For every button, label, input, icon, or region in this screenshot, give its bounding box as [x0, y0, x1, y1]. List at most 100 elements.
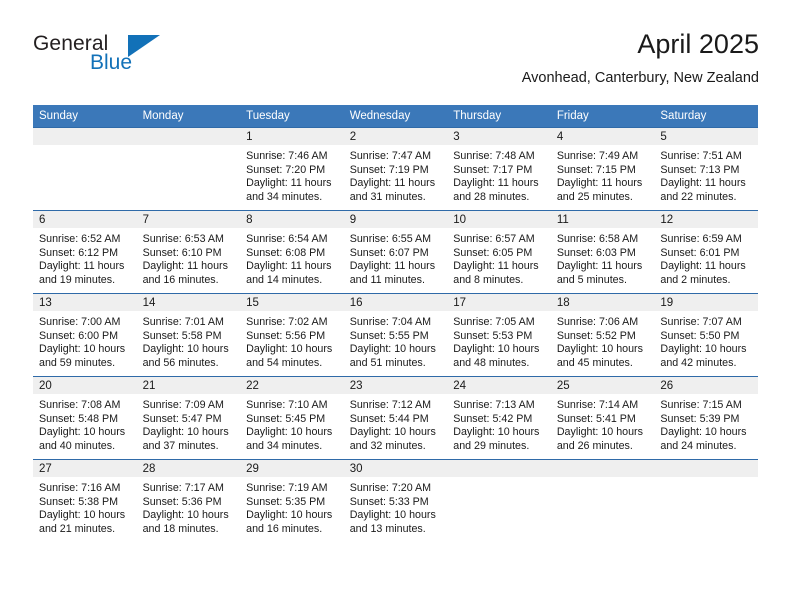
daylight-text-line2: and 18 minutes.	[142, 522, 219, 535]
blue-triangle-icon	[128, 35, 160, 57]
day-cell[interactable]: 7 Sunrise: 6:53 AM Sunset: 6:10 PM Dayli…	[136, 210, 241, 294]
day-cell[interactable]: 21 Sunrise: 7:09 AM Sunset: 5:47 PM Dayl…	[136, 376, 241, 460]
day-cell[interactable]: 26 Sunrise: 7:15 AM Sunset: 5:39 PM Dayl…	[654, 376, 758, 460]
day-cell[interactable]: 29 Sunrise: 7:19 AM Sunset: 5:35 PM Dayl…	[240, 459, 344, 542]
day-details: Sunrise: 7:49 AM Sunset: 7:15 PM Dayligh…	[551, 145, 655, 204]
day-cell[interactable]: 19 Sunrise: 7:07 AM Sunset: 5:50 PM Dayl…	[654, 293, 758, 377]
sunset-text: Sunset: 6:05 PM	[453, 246, 533, 259]
sunrise-text: Sunrise: 7:20 AM	[349, 482, 432, 494]
day-number	[654, 460, 758, 477]
daylight-text-line2: and 2 minutes.	[660, 273, 731, 286]
sunset-text: Sunset: 5:50 PM	[660, 329, 740, 342]
day-number: 24	[447, 377, 551, 394]
day-cell[interactable]: 12 Sunrise: 6:59 AM Sunset: 6:01 PM Dayl…	[654, 210, 758, 294]
day-cell[interactable]: 10 Sunrise: 6:57 AM Sunset: 6:05 PM Dayl…	[447, 210, 551, 294]
daylight-text-line2: and 16 minutes.	[246, 522, 323, 535]
sunrise-text: Sunrise: 7:16 AM	[39, 482, 121, 494]
day-cell[interactable]: 13 Sunrise: 7:00 AM Sunset: 6:00 PM Dayl…	[33, 293, 137, 377]
day-cell[interactable]: 2 Sunrise: 7:47 AM Sunset: 7:19 PM Dayli…	[343, 127, 448, 211]
day-cell[interactable]: 18 Sunrise: 7:06 AM Sunset: 5:52 PM Dayl…	[550, 293, 655, 377]
day-details: Sunrise: 6:55 AM Sunset: 6:07 PM Dayligh…	[344, 228, 448, 287]
day-cell[interactable]: 5 Sunrise: 7:51 AM Sunset: 7:13 PM Dayli…	[654, 127, 758, 211]
sunset-text: Sunset: 5:45 PM	[246, 412, 326, 425]
day-cell-empty	[33, 127, 137, 211]
day-cell[interactable]: 1 Sunrise: 7:46 AM Sunset: 7:20 PM Dayli…	[240, 127, 344, 211]
sunset-text: Sunset: 5:42 PM	[453, 412, 533, 425]
day-details: Sunrise: 7:20 AM Sunset: 5:33 PM Dayligh…	[344, 477, 448, 536]
weekday-header-tuesday: Tuesday	[240, 105, 344, 128]
daylight-text-line2: and 28 minutes.	[453, 190, 530, 203]
day-cell[interactable]: 24 Sunrise: 7:13 AM Sunset: 5:42 PM Dayl…	[447, 376, 551, 460]
day-cell[interactable]: 23 Sunrise: 7:12 AM Sunset: 5:44 PM Dayl…	[343, 376, 448, 460]
day-cell[interactable]: 20 Sunrise: 7:08 AM Sunset: 5:48 PM Dayl…	[33, 376, 137, 460]
daylight-text-line2: and 16 minutes.	[142, 273, 219, 286]
day-number: 20	[33, 377, 137, 394]
day-cell[interactable]: 3 Sunrise: 7:48 AM Sunset: 7:17 PM Dayli…	[447, 127, 551, 211]
daylight-text-line2: and 54 minutes.	[246, 356, 323, 369]
day-number: 15	[240, 294, 344, 311]
day-cell[interactable]: 11 Sunrise: 6:58 AM Sunset: 6:03 PM Dayl…	[550, 210, 655, 294]
sunrise-text: Sunrise: 7:09 AM	[142, 399, 224, 411]
sunrise-text: Sunrise: 7:00 AM	[39, 316, 121, 328]
day-details: Sunrise: 6:57 AM Sunset: 6:05 PM Dayligh…	[447, 228, 551, 287]
day-cell[interactable]: 8 Sunrise: 6:54 AM Sunset: 6:08 PM Dayli…	[240, 210, 344, 294]
day-number: 3	[447, 128, 551, 145]
daylight-text-line1: Daylight: 11 hours	[142, 260, 228, 273]
day-cell[interactable]: 30 Sunrise: 7:20 AM Sunset: 5:33 PM Dayl…	[343, 459, 448, 542]
day-cell[interactable]: 28 Sunrise: 7:17 AM Sunset: 5:36 PM Dayl…	[136, 459, 241, 542]
day-cell[interactable]: 14 Sunrise: 7:01 AM Sunset: 5:58 PM Dayl…	[136, 293, 241, 377]
day-number: 4	[550, 128, 655, 145]
sunrise-text: Sunrise: 7:13 AM	[453, 399, 535, 411]
daylight-text-line1: Daylight: 10 hours	[660, 343, 747, 356]
daylight-text-line1: Daylight: 11 hours	[556, 177, 643, 190]
day-cell[interactable]: 15 Sunrise: 7:02 AM Sunset: 5:56 PM Dayl…	[240, 293, 344, 377]
day-cell[interactable]: 22 Sunrise: 7:10 AM Sunset: 5:45 PM Dayl…	[240, 376, 344, 460]
daylight-text-line2: and 11 minutes.	[349, 273, 425, 286]
sunset-text: Sunset: 5:41 PM	[556, 412, 636, 425]
day-cell[interactable]: 6 Sunrise: 6:52 AM Sunset: 6:12 PM Dayli…	[33, 210, 137, 294]
weekday-header-friday: Friday	[550, 105, 655, 128]
daylight-text-line1: Daylight: 10 hours	[453, 426, 540, 439]
day-number: 26	[654, 377, 758, 394]
calendar-week-row: 20 Sunrise: 7:08 AM Sunset: 5:48 PM Dayl…	[33, 376, 758, 460]
day-number: 21	[136, 377, 241, 394]
day-cell[interactable]: 4 Sunrise: 7:49 AM Sunset: 7:15 PM Dayli…	[550, 127, 655, 211]
day-number: 12	[654, 211, 758, 228]
day-number: 30	[343, 460, 448, 477]
daylight-text-line1: Daylight: 11 hours	[660, 260, 746, 273]
page-title: April 2025	[637, 29, 759, 59]
sunrise-text: Sunrise: 7:47 AM	[349, 150, 432, 162]
sunrise-text: Sunrise: 7:10 AM	[246, 399, 328, 411]
sunrise-text: Sunrise: 6:59 AM	[660, 233, 742, 245]
day-cell[interactable]: 16 Sunrise: 7:04 AM Sunset: 5:55 PM Dayl…	[343, 293, 448, 377]
sunset-text: Sunset: 7:20 PM	[246, 163, 326, 176]
weekday-header-saturday: Saturday	[654, 105, 758, 128]
daylight-text-line1: Daylight: 10 hours	[142, 426, 229, 439]
day-cell[interactable]: 17 Sunrise: 7:05 AM Sunset: 5:53 PM Dayl…	[447, 293, 551, 377]
generalblue-logo[interactable]: General Blue	[33, 32, 243, 88]
sunrise-text: Sunrise: 7:46 AM	[246, 150, 328, 162]
daylight-text-line2: and 34 minutes.	[246, 439, 323, 452]
sunrise-text: Sunrise: 6:53 AM	[142, 233, 224, 245]
sunset-text: Sunset: 5:38 PM	[39, 495, 119, 508]
daylight-text-line2: and 29 minutes.	[453, 439, 530, 452]
day-details: Sunrise: 6:54 AM Sunset: 6:08 PM Dayligh…	[240, 228, 344, 287]
day-cell[interactable]: 25 Sunrise: 7:14 AM Sunset: 5:41 PM Dayl…	[550, 376, 655, 460]
sunset-text: Sunset: 6:00 PM	[39, 329, 119, 342]
daylight-text-line1: Daylight: 10 hours	[556, 426, 643, 439]
daylight-text-line1: Daylight: 10 hours	[660, 426, 747, 439]
day-number: 5	[654, 128, 758, 145]
daylight-text-line1: Daylight: 11 hours	[39, 260, 125, 273]
sunset-text: Sunset: 5:35 PM	[246, 495, 326, 508]
day-number: 29	[240, 460, 344, 477]
day-number: 7	[136, 211, 241, 228]
daylight-text-line1: Daylight: 10 hours	[39, 509, 126, 522]
daylight-text-line2: and 56 minutes.	[142, 356, 219, 369]
daylight-text-line1: Daylight: 10 hours	[246, 426, 333, 439]
day-cell[interactable]: 9 Sunrise: 6:55 AM Sunset: 6:07 PM Dayli…	[343, 210, 448, 294]
day-cell[interactable]: 27 Sunrise: 7:16 AM Sunset: 5:38 PM Dayl…	[33, 459, 137, 542]
daylight-text-line2: and 45 minutes.	[556, 356, 633, 369]
day-details: Sunrise: 7:05 AM Sunset: 5:53 PM Dayligh…	[447, 311, 551, 370]
sunset-text: Sunset: 5:52 PM	[556, 329, 636, 342]
sunrise-text: Sunrise: 7:48 AM	[453, 150, 535, 162]
